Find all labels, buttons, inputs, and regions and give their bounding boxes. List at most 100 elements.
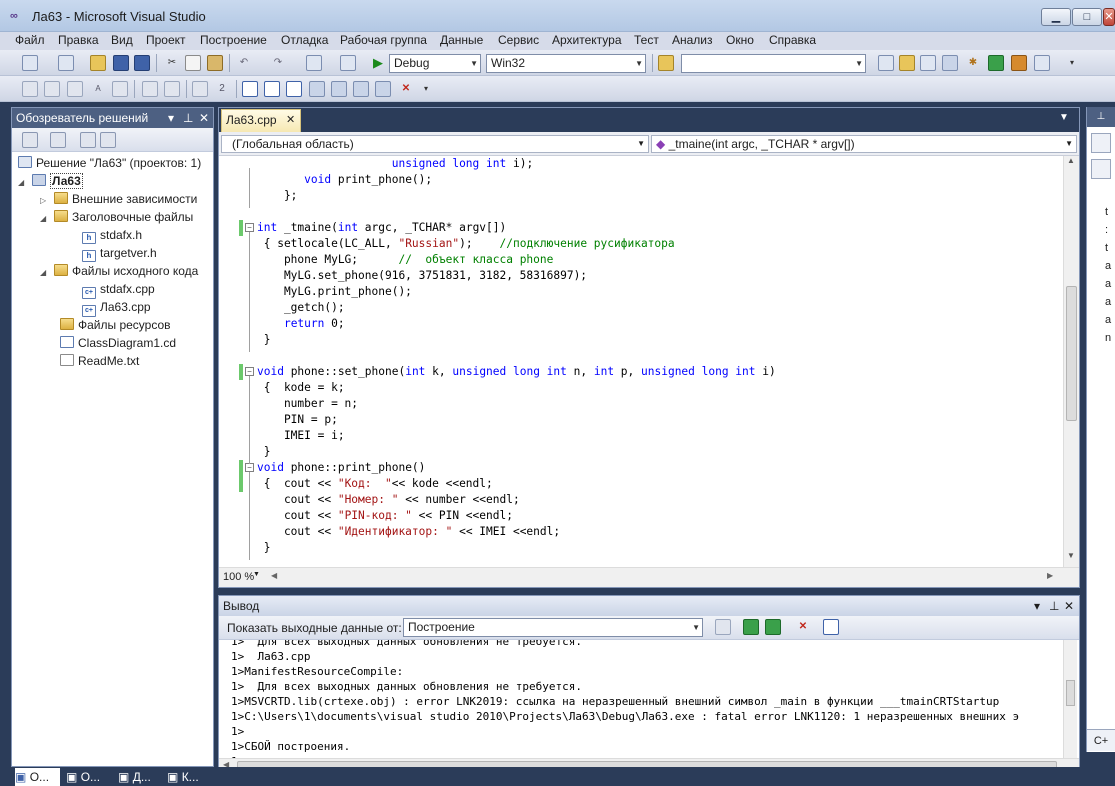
editor-vertical-scrollbar[interactable]: ▲ ▼	[1063, 156, 1079, 567]
scroll-down-icon[interactable]: ▼	[1067, 551, 1075, 560]
panel-menu-icon[interactable]: ▾	[168, 108, 174, 128]
menu-analyze[interactable]: Анализ	[672, 33, 713, 47]
command-window-icon[interactable]	[1034, 55, 1050, 71]
toggle-word-wrap-icon[interactable]	[823, 619, 839, 635]
menu-project[interactable]: Проект	[146, 33, 186, 47]
previous-message-icon[interactable]	[743, 619, 759, 635]
save-all-icon[interactable]	[134, 55, 150, 71]
tree-solution[interactable]: Решение "Ла63" (проектов: 1)	[18, 154, 201, 172]
parameter-info-icon[interactable]	[44, 81, 60, 97]
tree-item-external-dependencies[interactable]: ▷ Внешние зависимости	[40, 190, 197, 208]
panel-menu-icon[interactable]: ▾	[1034, 596, 1040, 616]
solution-explorer-icon[interactable]	[878, 55, 894, 71]
tree-item-source-files[interactable]: ◢ Файлы исходного кода	[40, 262, 198, 280]
output-text-area[interactable]: 1> Для всех выходных данных обновления н…	[219, 640, 1064, 760]
properties-icon[interactable]	[899, 55, 915, 71]
display-object-member-list-icon[interactable]	[22, 81, 38, 97]
close-icon[interactable]: ✕	[199, 108, 209, 128]
start-debugging-icon[interactable]: ▶	[370, 55, 386, 71]
refresh-icon[interactable]	[80, 132, 96, 148]
collapse-region-icon[interactable]: −	[245, 223, 254, 232]
close-tab-icon[interactable]: ✕	[286, 110, 295, 131]
pin-icon[interactable]: ⊥	[1087, 107, 1115, 127]
menu-data[interactable]: Данные	[440, 33, 483, 47]
menu-debug[interactable]: Отладка	[281, 33, 328, 47]
complete-word-icon[interactable]: A	[90, 81, 106, 97]
object-browser-icon[interactable]	[920, 55, 936, 71]
zoom-level[interactable]: 100 %	[223, 571, 254, 583]
tree-item-targetver-h[interactable]: h targetver.h	[82, 244, 157, 262]
toolbar-options-icon[interactable]: ▾	[418, 81, 434, 97]
increase-indent-icon[interactable]	[142, 81, 158, 97]
menu-team[interactable]: Рабочая группа	[340, 33, 427, 47]
outdent-icon[interactable]	[164, 81, 180, 97]
zoom-dropdown-icon[interactable]: ▼	[253, 571, 260, 578]
tree-item-class-diagram[interactable]: ClassDiagram1.cd	[60, 334, 176, 352]
scroll-left-icon[interactable]: ◀	[271, 571, 277, 580]
scroll-thumb[interactable]	[1066, 680, 1075, 706]
save-icon[interactable]	[113, 55, 129, 71]
scroll-up-icon[interactable]: ▲	[1067, 156, 1075, 165]
clear-bookmarks-icon[interactable]: ✕	[398, 81, 414, 97]
tab-class-view[interactable]: ▣ К...	[167, 768, 213, 786]
menu-help[interactable]: Справка	[769, 33, 816, 47]
tree-item-la63-cpp[interactable]: c+ Ла63.cpp	[82, 298, 151, 317]
menu-build[interactable]: Построение	[200, 33, 267, 47]
tab-solution-explorer[interactable]: ▣ О...	[15, 768, 60, 786]
properties-icon[interactable]	[22, 132, 38, 148]
find-in-files-icon[interactable]	[658, 55, 674, 71]
copy-icon[interactable]	[185, 55, 201, 71]
maximize-button[interactable]: □	[1072, 8, 1102, 26]
paste-icon[interactable]	[207, 55, 223, 71]
tab-object-browser[interactable]: ▣ О...	[66, 768, 114, 786]
menu-file[interactable]: Файл	[15, 33, 45, 47]
member-combo[interactable]: ◆ _tmaine(int argc, _TCHAR * argv[]) ▼	[651, 135, 1077, 153]
close-window-button[interactable]: ✕	[1103, 8, 1115, 26]
find-message-icon[interactable]	[715, 619, 731, 635]
platform-combo[interactable]: Win32 ▼	[486, 54, 646, 73]
view-class-diagram-icon[interactable]	[100, 132, 116, 148]
menu-window[interactable]: Окно	[726, 33, 754, 47]
tree-project[interactable]: ◢ Ла63	[18, 172, 83, 190]
menu-edit[interactable]: Правка	[58, 33, 99, 47]
open-file-icon[interactable]	[90, 55, 106, 71]
add-item-icon[interactable]	[58, 55, 74, 71]
toolbox-icon[interactable]	[942, 55, 958, 71]
tab-la63-cpp[interactable]: Ла63.cpp ✕	[221, 109, 301, 132]
menu-tools[interactable]: Сервис	[498, 33, 539, 47]
previous-bookmark-folder-icon[interactable]	[309, 81, 325, 97]
cut-icon[interactable]: ✂	[164, 55, 180, 71]
minimize-button[interactable]: ▁	[1041, 8, 1071, 26]
next-message-icon[interactable]	[765, 619, 781, 635]
tree-item-stdafx-cpp[interactable]: c+ stdafx.cpp	[82, 280, 155, 299]
tab-list-icon[interactable]: ▼	[1059, 112, 1069, 123]
scroll-right-icon[interactable]: ▶	[1047, 571, 1053, 580]
tree-item-readme[interactable]: ReadMe.txt	[60, 352, 139, 370]
quick-info-icon[interactable]	[67, 81, 83, 97]
extension-manager-icon[interactable]: ✱	[965, 55, 981, 71]
pin-icon[interactable]: ⊥	[1049, 596, 1059, 616]
redo-icon[interactable]: ↷	[270, 55, 286, 71]
class-view-icon[interactable]	[1011, 55, 1027, 71]
output-vertical-scrollbar[interactable]	[1063, 640, 1077, 758]
toggle-bookmark-icon[interactable]	[242, 81, 258, 97]
tree-item-header-files[interactable]: ◢ Заголовочные файлы	[40, 208, 193, 226]
new-project-icon[interactable]	[22, 55, 38, 71]
menu-architecture[interactable]: Архитектура	[552, 33, 622, 47]
show-all-files-icon[interactable]	[50, 132, 66, 148]
clear-all-icon[interactable]: ✕	[795, 619, 811, 635]
menu-test[interactable]: Тест	[634, 33, 659, 47]
collapse-region-icon[interactable]: −	[245, 367, 254, 376]
collapse-region-icon[interactable]: −	[245, 463, 254, 472]
scroll-thumb[interactable]	[1066, 286, 1077, 421]
next-bookmark-folder-icon[interactable]	[331, 81, 347, 97]
menu-view[interactable]: Вид	[111, 33, 133, 47]
previous-bookmark-document-icon[interactable]	[353, 81, 369, 97]
find-combo[interactable]: ▼	[681, 54, 866, 73]
navigate-back-icon[interactable]	[306, 55, 322, 71]
toolbar-options-icon[interactable]: ▾	[1064, 55, 1080, 71]
tab-team-explorer[interactable]: ▣ Д...	[118, 768, 164, 786]
navigate-forward-icon[interactable]	[340, 55, 356, 71]
categorized-icon[interactable]	[1091, 159, 1111, 179]
uncomment-icon[interactable]: 2	[214, 81, 230, 97]
